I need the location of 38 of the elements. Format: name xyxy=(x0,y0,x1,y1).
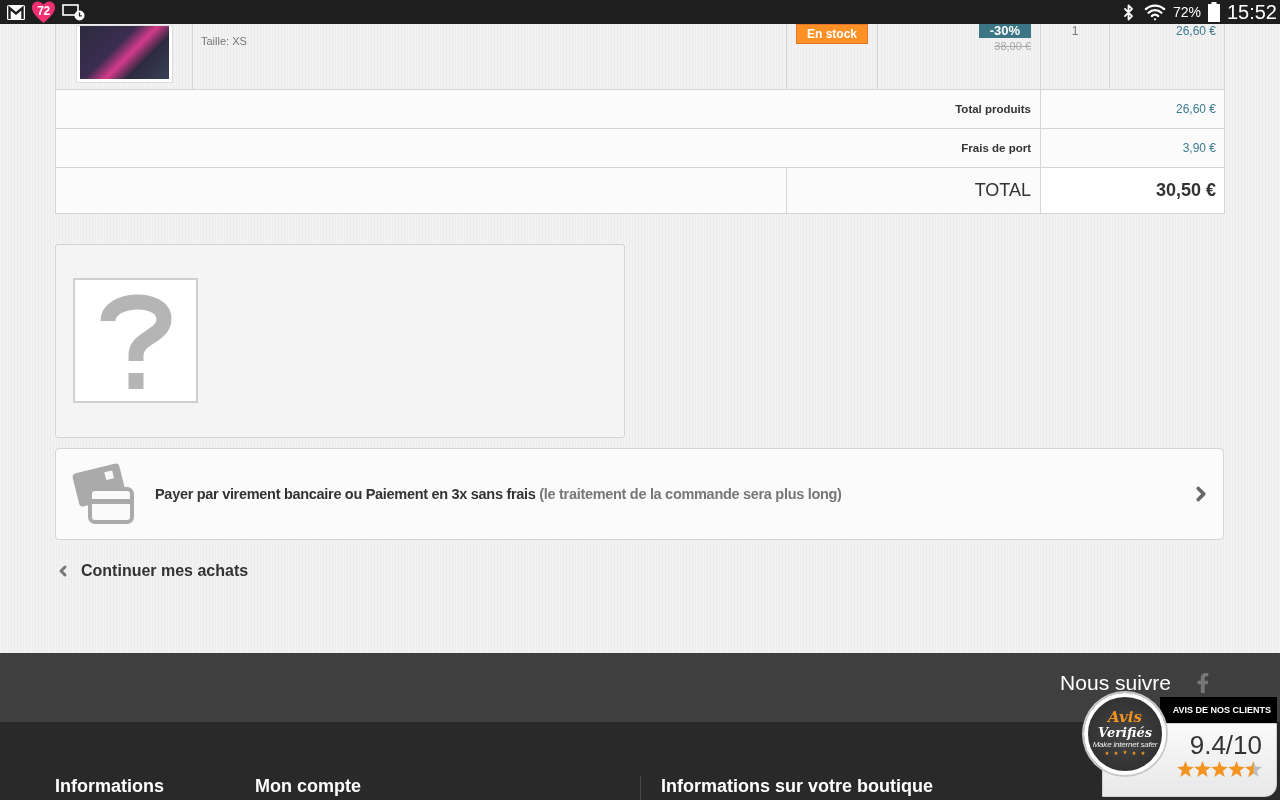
wifi-icon xyxy=(1143,1,1166,23)
mail-icon xyxy=(7,4,25,20)
footer-heading: Informations sur votre boutique xyxy=(661,776,933,796)
footer-heading: Mon compte xyxy=(255,776,361,796)
credit-card-icon xyxy=(71,461,136,526)
battery-level: 72% xyxy=(1172,5,1201,19)
quantity-value: 1 xyxy=(1071,24,1079,38)
screen-clock-icon xyxy=(62,3,85,21)
total-label: TOTAL xyxy=(974,179,1031,200)
seal-text: Verifiés xyxy=(1098,725,1152,740)
star-icon xyxy=(1211,761,1228,777)
summary-value: 3,90 € xyxy=(1182,140,1216,155)
payment-option[interactable]: Payer par virement bancaire ou Paiement en 3x sans frais (le traitement de la commande sera plus long) xyxy=(55,447,1224,540)
clock-time: 15:52 xyxy=(1226,2,1277,22)
review-score: 9.4/10 xyxy=(1189,732,1262,758)
star-icon xyxy=(1245,761,1262,777)
seal-tagline: Make internet safer xyxy=(1092,740,1158,750)
question-mark-icon xyxy=(99,291,172,389)
total-value: 30,50 € xyxy=(1155,179,1216,200)
notification-badge: 72 xyxy=(32,0,55,24)
follow-heading: Nous suivre xyxy=(1060,671,1171,694)
seal-stars-drawing xyxy=(1105,750,1145,758)
availability-label: En stock xyxy=(796,24,868,44)
star-icon xyxy=(1177,761,1194,777)
product-size: Taille: XS xyxy=(201,35,247,47)
summary-label: Frais de port xyxy=(961,141,1031,154)
summary-value: 26,60 € xyxy=(1175,101,1216,116)
reviews-header: AVIS DE NOS CLIENTS xyxy=(1160,697,1277,723)
product-total: 26,60 € xyxy=(1175,24,1216,38)
seal-text: Avis xyxy=(1108,710,1142,725)
battery-icon xyxy=(1207,2,1220,22)
old-price: 38,00 € xyxy=(994,40,1031,52)
continue-shopping-link[interactable]: Continuer mes achats xyxy=(55,559,249,582)
star-icon xyxy=(1194,761,1211,777)
footer-heading: Informations xyxy=(55,776,164,796)
discount-label: -30% xyxy=(978,24,1031,38)
summary-label: Total produits xyxy=(955,102,1031,115)
star-icon xyxy=(1228,761,1245,777)
